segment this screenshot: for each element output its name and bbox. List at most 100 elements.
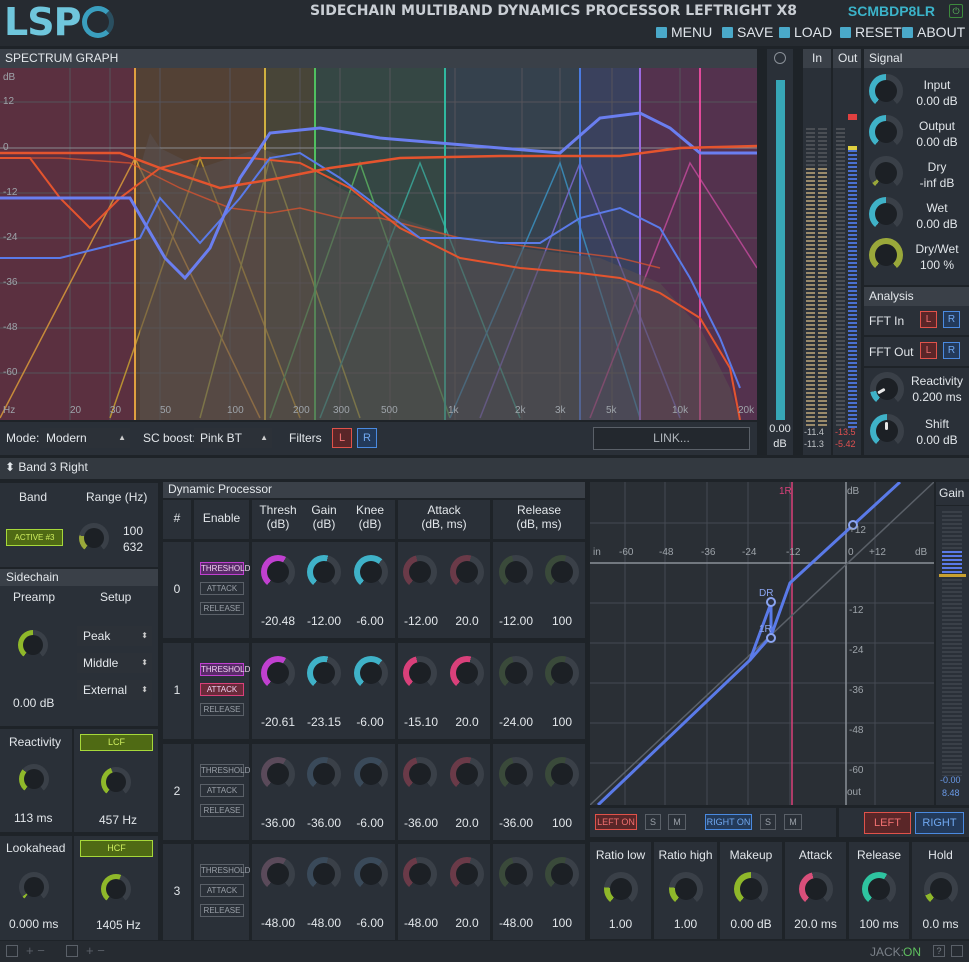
bottom-knob-2[interactable] xyxy=(734,872,768,906)
bottom-knob-4[interactable] xyxy=(862,872,896,906)
band-header[interactable]: ⬍ Band 3 Right xyxy=(0,458,969,479)
link-button[interactable]: LINK... xyxy=(593,427,750,450)
help-icon[interactable]: ? xyxy=(933,945,945,957)
row-release-db-knob[interactable] xyxy=(499,656,533,690)
left-mute-button[interactable]: M xyxy=(668,814,686,830)
setup-select-source[interactable]: Peak ⬍ xyxy=(77,626,152,646)
signal-knob-4[interactable] xyxy=(869,238,903,272)
setup-select-mode[interactable]: Middle ⬍ xyxy=(77,653,152,673)
row-threshold-button[interactable]: THRESHOLD xyxy=(200,562,250,575)
row-release-ms-knob[interactable] xyxy=(545,757,579,791)
row-release-ms-knob[interactable] xyxy=(545,656,579,690)
fft-out-l-button[interactable]: L xyxy=(920,342,937,359)
row-attack-ms-knob[interactable] xyxy=(450,555,484,589)
row-release-db-knob[interactable] xyxy=(499,757,533,791)
signal-knob-1[interactable] xyxy=(869,115,903,149)
row-knee-knob[interactable] xyxy=(354,656,388,690)
level-bar[interactable] xyxy=(776,80,785,420)
row-attack-db-knob[interactable] xyxy=(403,656,437,690)
hcf-knob[interactable] xyxy=(101,874,131,904)
row-release-db-knob[interactable] xyxy=(499,555,533,589)
row-release-button[interactable]: RELEASE xyxy=(200,904,244,917)
bottom-knob-1[interactable] xyxy=(669,872,703,906)
resize-icon[interactable] xyxy=(951,945,963,957)
row-gain-knob[interactable] xyxy=(307,656,341,690)
row-attack-db-knob[interactable] xyxy=(403,857,437,891)
row-release-db-knob[interactable] xyxy=(499,857,533,891)
signal-knob-0[interactable] xyxy=(869,74,903,108)
text-size-icon[interactable] xyxy=(66,945,78,957)
bottom-knob-0[interactable] xyxy=(604,872,638,906)
row-gain-knob[interactable] xyxy=(307,757,341,791)
font-controls-icon[interactable]: + − xyxy=(86,943,105,958)
lcf-button[interactable]: LCF xyxy=(80,734,153,751)
row-attack-db-knob[interactable] xyxy=(403,555,437,589)
fft-in-r-button[interactable]: R xyxy=(943,311,960,328)
lcf-knob[interactable] xyxy=(101,767,131,797)
zoom-controls-icon[interactable]: + − xyxy=(26,943,45,958)
row-release-button[interactable]: RELEASE xyxy=(200,804,244,817)
row-attack-button[interactable]: ATTACK xyxy=(200,683,244,696)
preamp-knob[interactable] xyxy=(18,630,48,660)
fft-out-r-button[interactable]: R xyxy=(943,342,960,359)
row-release-button[interactable]: RELEASE xyxy=(200,703,244,716)
row-attack-db-knob[interactable] xyxy=(403,757,437,791)
row-knee-knob[interactable] xyxy=(354,857,388,891)
hcf-button[interactable]: HCF xyxy=(80,840,153,857)
left-solo-button[interactable]: S xyxy=(645,814,661,830)
row-release-button[interactable]: RELEASE xyxy=(200,602,244,615)
menu-button[interactable]: MENU xyxy=(656,24,712,40)
row-knee-knob[interactable] xyxy=(354,757,388,791)
save-button[interactable]: SAVE xyxy=(722,24,773,40)
curve-graph[interactable]: in out dB dB -60 -48 -36 -24 -12 0 +12 +… xyxy=(589,480,935,807)
left-on-button[interactable]: LEFT ON xyxy=(595,814,637,830)
bottom-knob-5[interactable] xyxy=(924,872,958,906)
mode-select[interactable]: Modern ▲ xyxy=(40,428,130,448)
right-select-button[interactable]: RIGHT xyxy=(915,812,964,834)
row-knee-knob[interactable] xyxy=(354,555,388,589)
row-release-ms-knob[interactable] xyxy=(545,857,579,891)
band-active-button[interactable]: ACTIVE #3 xyxy=(6,529,63,546)
row-gain-knob[interactable] xyxy=(307,857,341,891)
row-release-ms-knob[interactable] xyxy=(545,555,579,589)
row-attack-ms-knob[interactable] xyxy=(450,857,484,891)
row-attack-button[interactable]: ATTACK xyxy=(200,784,244,797)
row-thresh-knob[interactable] xyxy=(261,555,295,589)
lookahead-knob[interactable] xyxy=(19,872,49,902)
bottom-knob-value: 0.0 ms xyxy=(922,917,959,931)
right-solo-button[interactable]: S xyxy=(760,814,776,830)
filter-r-button[interactable]: R xyxy=(357,428,377,448)
row-attack-button[interactable]: ATTACK xyxy=(200,582,244,595)
about-button[interactable]: ABOUT xyxy=(902,24,965,40)
row-threshold-button[interactable]: THRESHOLD xyxy=(200,764,250,777)
reset-button[interactable]: RESET xyxy=(840,24,902,40)
row-attack-button[interactable]: ATTACK xyxy=(200,884,244,897)
filter-l-button[interactable]: L xyxy=(332,428,352,448)
reactivity-knob[interactable] xyxy=(19,764,49,794)
spectrum-graph[interactable]: dB 12 0 -12 -24 -36 -48 -60 Hz 20 30 50 … xyxy=(0,68,757,420)
row-attack-ms-knob[interactable] xyxy=(450,757,484,791)
row-threshold-button[interactable]: THRESHOLD xyxy=(200,663,250,676)
right-on-button[interactable]: RIGHT ON xyxy=(705,814,752,830)
sc-boost-select[interactable]: Pink BT ▲ xyxy=(194,428,272,448)
load-button[interactable]: LOAD xyxy=(779,24,832,40)
analysis-reactivity-knob[interactable] xyxy=(870,372,904,406)
row-thresh-knob[interactable] xyxy=(261,757,295,791)
signal-knob-2[interactable] xyxy=(869,156,903,190)
range-knob[interactable] xyxy=(79,523,109,553)
analysis-shift-knob[interactable] xyxy=(870,414,904,448)
row-gain-knob[interactable] xyxy=(307,555,341,589)
setup-select-type[interactable]: External ⬍ xyxy=(77,680,152,700)
left-select-button[interactable]: LEFT xyxy=(864,812,911,834)
zoom-icon[interactable] xyxy=(774,52,786,64)
right-mute-button[interactable]: M xyxy=(784,814,802,830)
row-attack-ms-knob[interactable] xyxy=(450,656,484,690)
bottom-knob-3[interactable] xyxy=(799,872,833,906)
signal-knob-3[interactable] xyxy=(869,197,903,231)
row-thresh-knob[interactable] xyxy=(261,857,295,891)
row-threshold-button[interactable]: THRESHOLD xyxy=(200,864,250,877)
power-icon[interactable]: ⏻ xyxy=(949,4,963,18)
window-icon[interactable] xyxy=(6,945,18,957)
row-thresh-knob[interactable] xyxy=(261,656,295,690)
fft-in-l-button[interactable]: L xyxy=(920,311,937,328)
